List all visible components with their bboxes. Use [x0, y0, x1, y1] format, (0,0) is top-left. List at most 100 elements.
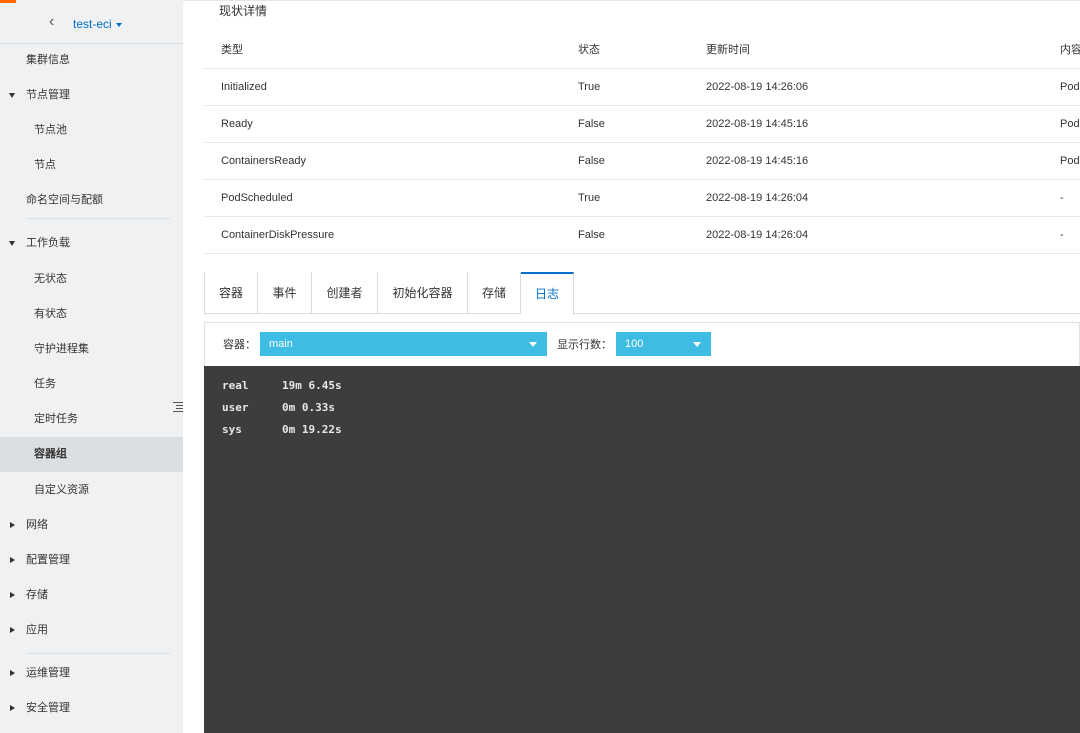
caret-right-icon — [10, 522, 15, 528]
cell-content: Pod — [1060, 155, 1080, 167]
cluster-switcher[interactable]: ‹ test-eci — [0, 10, 183, 44]
cell-update-time: 2022-08-19 14:45:16 — [706, 118, 809, 130]
lines-select-value: 100 — [625, 338, 644, 350]
tab-item[interactable]: 初始化容器 — [378, 272, 468, 314]
sidebar: ‹ test-eci 集群信息节点管理节点池节点命名空间与配额 工作负载无状态有状… — [0, 0, 183, 733]
caret-right-icon — [10, 592, 15, 598]
conditions-table: 类型 状态 更新时间 内容 Initialized True 2022-08-19 … — [204, 32, 1080, 254]
cell-status: False — [578, 155, 605, 167]
sidebar-item[interactable]: 命名空间与配额 — [0, 183, 183, 218]
sidebar-item[interactable]: 网络 — [0, 508, 183, 543]
sidebar-item-label: 存储 — [26, 589, 48, 601]
caret-right-icon — [10, 627, 15, 633]
sidebar-item[interactable]: 任务 — [0, 367, 183, 402]
sidebar-item-label: 集群信息 — [26, 54, 70, 66]
table-row: Initialized True 2022-08-19 14:26:06 Pod — [204, 69, 1080, 106]
tab-item[interactable]: 存储 — [468, 272, 521, 314]
container-select-value: main — [269, 338, 293, 350]
main-panel: 现状详情 类型 状态 更新时间 内容 Initialized True 2022-0… — [183, 0, 1080, 733]
sidebar-item-label: 节点管理 — [26, 89, 70, 101]
caret-right-icon — [10, 670, 15, 676]
sidebar-item-label: 网络 — [26, 519, 48, 531]
log-key: real — [222, 379, 249, 392]
sidebar-item-label: 自定义资源 — [34, 484, 89, 496]
header-status: 状态 — [578, 44, 600, 56]
sidebar-item-label: 无状态 — [34, 273, 67, 285]
sidebar-item[interactable]: 自定义资源 — [0, 473, 183, 508]
sidebar-item[interactable]: 安全管理 — [0, 691, 183, 726]
sidebar-item-label: 运维管理 — [26, 667, 70, 679]
sidebar-divider — [26, 218, 170, 219]
cell-content: Pod — [1060, 81, 1080, 93]
lines-select[interactable]: 100 — [616, 332, 711, 356]
log-key: sys — [222, 423, 242, 436]
cell-update-time: 2022-08-19 14:45:16 — [706, 155, 809, 167]
sidebar-divider — [26, 653, 170, 654]
tab-item[interactable]: 事件 — [258, 272, 312, 314]
cell-content: Pod — [1060, 118, 1080, 130]
tab-item[interactable]: 创建者 — [312, 272, 378, 314]
header-type: 类型 — [221, 44, 243, 56]
brand-accent-bar — [0, 0, 16, 3]
cell-type: ContainersReady — [221, 155, 306, 167]
sidebar-item[interactable]: 集群信息 — [0, 43, 183, 78]
lines-label: 显示行数： — [557, 339, 612, 351]
log-line: real 19m 6.45s — [222, 378, 342, 394]
sidebar-item[interactable]: 无状态 — [0, 262, 183, 297]
log-value: 0m 0.33s — [282, 401, 335, 414]
log-line: sys 0m 19.22s — [222, 422, 342, 438]
sidebar-item-label: 有状态 — [34, 308, 67, 320]
sidebar-item-label: 命名空间与配额 — [26, 194, 103, 206]
log-line: user 0m 0.33s — [222, 400, 335, 416]
sidebar-item[interactable]: 运维管理 — [0, 656, 183, 691]
cell-type: ContainerDiskPressure — [221, 229, 335, 241]
sidebar-item-label: 工作负载 — [26, 237, 70, 249]
sidebar-item[interactable]: 配置管理 — [0, 543, 183, 578]
log-output[interactable]: real 19m 6.45s user 0m 0.33s sys 0m 19.22s — [204, 366, 1080, 733]
cell-status: True — [578, 192, 601, 204]
sidebar-item-label: 节点 — [34, 159, 56, 171]
tab-item[interactable]: 日志 — [521, 272, 574, 315]
back-chevron-icon[interactable]: ‹ — [49, 13, 54, 31]
table-row: ContainersReady False 2022-08-19 14:45:16 P… — [204, 143, 1080, 180]
table-row: PodScheduled True 2022-08-19 14:26:04 - — [204, 180, 1080, 217]
collapse-sidebar-icon[interactable] — [173, 401, 183, 413]
sidebar-item-label: 容器组 — [34, 448, 67, 460]
detail-tabs: 容器 事件 创建者 初始化容器 存储 日志 — [204, 272, 1080, 315]
dropdown-arrow-icon — [529, 342, 537, 347]
cell-status: False — [578, 118, 605, 130]
cell-type: PodScheduled — [221, 192, 293, 204]
cluster-name[interactable]: test-eci — [73, 16, 122, 32]
sidebar-item[interactable]: 应用 — [0, 613, 183, 648]
cell-content: - — [1060, 229, 1064, 241]
caret-down-icon — [9, 241, 15, 246]
sidebar-item[interactable]: 存储 — [0, 578, 183, 613]
cell-update-time: 2022-08-19 14:26:04 — [706, 192, 809, 204]
sidebar-item-label: 配置管理 — [26, 554, 70, 566]
cell-status: False — [578, 229, 605, 241]
cell-status: True — [578, 81, 601, 93]
sidebar-item[interactable]: 节点管理 — [0, 78, 183, 113]
sidebar-item-label: 应用 — [26, 624, 48, 636]
cell-content: - — [1060, 192, 1064, 204]
section-title: 现状详情 — [219, 4, 268, 18]
sidebar-item-label: 安全管理 — [26, 702, 70, 714]
cell-type: Initialized — [221, 81, 267, 93]
cell-update-time: 2022-08-19 14:26:06 — [706, 81, 809, 93]
log-value: 19m 6.45s — [282, 379, 342, 392]
sidebar-item[interactable]: 节点 — [0, 148, 183, 183]
sidebar-item[interactable]: 节点池 — [0, 113, 183, 148]
sidebar-item[interactable]: 工作负载 — [0, 226, 183, 261]
cell-update-time: 2022-08-19 14:26:04 — [706, 229, 809, 241]
container-label: 容器： — [223, 339, 256, 351]
sidebar-item[interactable]: 容器组 — [0, 437, 183, 472]
sidebar-item[interactable]: 守护进程集 — [0, 332, 183, 367]
header-update-time: 更新时间 — [706, 44, 750, 56]
sidebar-item[interactable]: 定时任务 — [0, 402, 183, 437]
log-key: user — [222, 401, 249, 414]
caret-right-icon — [10, 705, 15, 711]
tab-item[interactable]: 容器 — [204, 272, 258, 314]
sidebar-item-label: 任务 — [34, 378, 56, 390]
container-select[interactable]: main — [260, 332, 547, 356]
sidebar-item[interactable]: 有状态 — [0, 297, 183, 332]
